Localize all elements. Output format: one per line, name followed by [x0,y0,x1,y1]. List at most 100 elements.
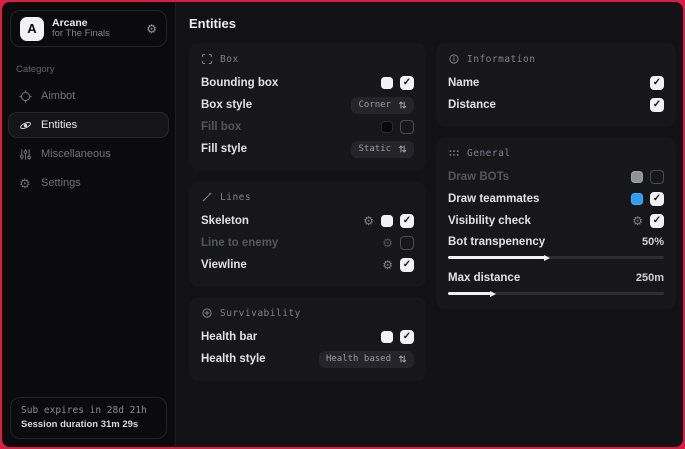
updown-arrows-icon [398,100,407,110]
sidebar-item-miscellaneous[interactable]: Miscellaneous [8,141,169,167]
setting-label: Health style [201,353,266,365]
setting-row-draw-bots: Draw BOTs ✓ [448,166,664,188]
health-plus-icon [201,307,213,319]
sidebar-item-aimbot[interactable]: Aimbot [8,83,169,109]
slider-value: 50% [642,236,664,248]
sub-expiry-text: Sub expires in 28d 21h [21,405,156,416]
panel-title: Survivability [220,308,301,319]
setting-row-draw-teammates: Draw teammates ✓ [448,188,664,210]
sidebar-item-settings[interactable]: ⚙ Settings [8,170,169,196]
options-gear-icon[interactable]: ⚙ [363,215,374,227]
panel-lines-header: Lines [201,191,414,203]
color-swatch[interactable] [631,171,643,183]
panel-title: General [467,148,511,159]
panel-title: Lines [220,192,251,203]
entities-icon [19,119,32,132]
crosshair-icon [19,90,32,103]
checkbox-draw-teammates[interactable]: ✓ [650,192,664,206]
sidebar-nav: Aimbot Entities Miscellaneous ⚙ Settings [2,83,175,196]
setting-row-health-bar: Health bar ✓ [201,326,414,348]
color-swatch[interactable] [381,215,393,227]
slider-handle[interactable] [544,255,550,261]
checkbox-draw-bots[interactable]: ✓ [650,170,664,184]
setting-row-distance: Distance ✓ [448,94,664,116]
color-swatch[interactable] [631,193,643,205]
session-duration-text: Session duration 31m 29s [21,419,156,430]
gear-icon: ⚙ [19,177,32,190]
panel-title: Box [220,54,239,65]
dropdown-health-style[interactable]: Health based [319,351,414,368]
setting-row-fill-box: Fill box ✓ [201,116,414,138]
color-swatch[interactable] [381,121,393,133]
app-logo: A [20,17,44,41]
main-content: Entities Box Bounding box ✓ [176,2,683,447]
updown-arrows-icon [398,354,407,364]
setting-label: Skeleton [201,215,249,227]
diagonal-line-icon [201,191,213,203]
checkbox-name[interactable]: ✓ [650,76,664,90]
app-subtitle: for The Finals [52,29,138,40]
checkbox-bounding-box[interactable]: ✓ [400,76,414,90]
setting-row-line-to-enemy: Line to enemy ⚙ ✓ [201,232,414,254]
setting-label: Draw teammates [448,193,539,205]
checkbox-line-to-enemy[interactable]: ✓ [400,236,414,250]
slider-value: 250m [636,272,664,284]
panel-survivability: Survivability Health bar ✓ Health style … [189,297,426,381]
panel-general-header: General [448,147,664,159]
setting-row-health-style: Health style Health based [201,348,414,370]
checkbox-fill-box[interactable]: ✓ [400,120,414,134]
sidebar-item-label: Aimbot [41,90,75,102]
checkbox-distance[interactable]: ✓ [650,98,664,112]
setting-label: Visibility check [448,215,531,227]
panel-lines: Lines Skeleton ⚙ ✓ Line to enemy ⚙ [189,181,426,287]
color-swatch[interactable] [381,77,393,89]
subscription-footer-card: Sub expires in 28d 21h Session duration … [10,397,167,439]
app-header-card: A Arcane for The Finals ⚙ [10,10,167,47]
box-corners-icon [201,53,213,65]
dropdown-box-style[interactable]: Corner [351,97,414,114]
settings-gear-icon[interactable]: ⚙ [146,22,157,36]
panel-general: General Draw BOTs ✓ Draw teammates [436,137,676,309]
options-gear-icon[interactable]: ⚙ [382,259,393,271]
bot-transparency-slider[interactable] [448,256,664,259]
setting-label: Health bar [201,331,257,343]
options-gear-icon[interactable]: ⚙ [632,215,643,227]
options-gear-icon[interactable]: ⚙ [382,237,393,249]
setting-row-bounding-box: Bounding box ✓ [201,72,414,94]
app-title-block: Arcane for The Finals [52,17,138,40]
checkbox-health-bar[interactable]: ✓ [400,330,414,344]
dropdown-fill-style[interactable]: Static [351,141,414,158]
slider-label: Bot transpenency [448,236,545,248]
slider-row-max-distance: Max distance 250m [448,268,664,288]
max-distance-slider[interactable] [448,292,664,295]
page-title: Entities [176,2,683,43]
setting-row-fill-style: Fill style Static [201,138,414,160]
panel-box: Box Bounding box ✓ Box style Corner [189,43,426,171]
dropdown-value: Corner [358,100,391,110]
setting-label: Fill style [201,143,247,155]
setting-label: Bounding box [201,77,278,89]
sidebar-item-label: Miscellaneous [41,148,111,160]
sidebar-item-entities[interactable]: Entities [8,112,169,138]
setting-label: Line to enemy [201,237,278,249]
category-label: Category [16,64,161,75]
sidebar-item-label: Settings [41,177,81,189]
panel-information-header: Information [448,53,664,65]
setting-label: Box style [201,99,252,111]
setting-label: Viewline [201,259,247,271]
panel-survivability-header: Survivability [201,307,414,319]
color-swatch[interactable] [381,331,393,343]
setting-label: Fill box [201,121,241,133]
checkbox-visibility-check[interactable]: ✓ [650,214,664,228]
slider-handle[interactable] [490,291,496,297]
sliders-icon [19,148,32,161]
checkbox-viewline[interactable]: ✓ [400,258,414,272]
setting-row-name: Name ✓ [448,72,664,94]
app-window: A Arcane for The Finals ⚙ Category Aimbo… [2,2,683,447]
info-icon [448,53,460,65]
panel-box-header: Box [201,53,414,65]
updown-arrows-icon [398,144,407,154]
checkbox-skeleton[interactable]: ✓ [400,214,414,228]
slider-row-bot-transparency: Bot transpenency 50% [448,232,664,252]
setting-row-viewline: Viewline ⚙ ✓ [201,254,414,276]
